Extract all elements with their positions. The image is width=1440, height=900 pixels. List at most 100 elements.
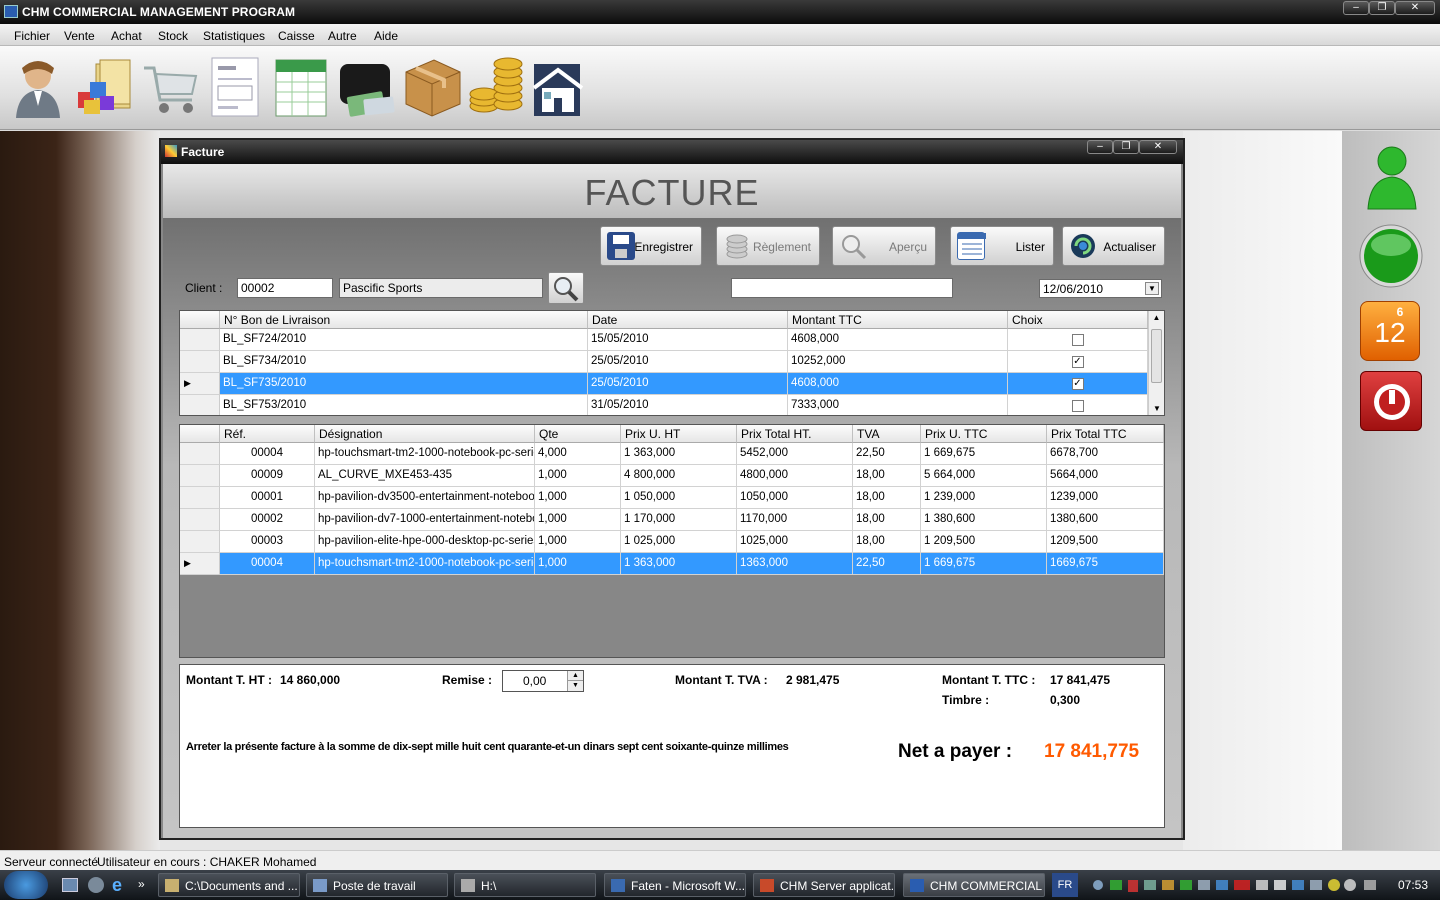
ligne-cell-tva[interactable]: 22,50	[853, 553, 921, 575]
col-header-tva[interactable]: TVA	[853, 425, 921, 443]
livraison-cell-num[interactable]: BL_SF734/2010	[220, 351, 588, 373]
ligne-cell-ref[interactable]: 00004	[220, 443, 315, 465]
ligne-cell-prix-total-ttc[interactable]: 1380,600	[1047, 509, 1164, 531]
close-icon[interactable]: ✕	[1395, 1, 1435, 15]
row-header[interactable]	[180, 487, 220, 509]
row-header[interactable]	[180, 395, 220, 415]
cardboard-box-icon[interactable]	[402, 54, 462, 118]
menu-autre[interactable]: Autre	[328, 29, 357, 43]
house-icon[interactable]	[528, 54, 588, 118]
enregistrer-button[interactable]: Enregistrer	[600, 226, 702, 266]
livraison-cell-date[interactable]: 31/05/2010	[588, 395, 788, 415]
livraison-cell-montant[interactable]: 10252,000	[788, 351, 1008, 373]
wallet-icon[interactable]	[338, 54, 398, 118]
ligne-cell-prix-total-ttc[interactable]: 1669,675	[1047, 553, 1164, 575]
ligne-cell-prix-u-ht[interactable]: 1 363,000	[621, 553, 737, 575]
client-code-field[interactable]: 00002	[237, 278, 333, 298]
power-icon[interactable]	[1360, 371, 1422, 431]
ligne-cell-prix-u-ttc[interactable]: 1 380,600	[921, 509, 1047, 531]
row-header[interactable]	[180, 443, 220, 465]
ligne-cell-prix-total-ht[interactable]: 1050,000	[737, 487, 853, 509]
media-player-icon[interactable]	[88, 877, 104, 893]
col-header-date[interactable]: Date	[588, 311, 788, 329]
chevron-down-icon[interactable]: ▼	[1145, 282, 1159, 295]
task-documents[interactable]: C:\Documents and ...	[158, 873, 300, 897]
user-green-icon[interactable]	[1364, 141, 1420, 211]
chevron-right-icon[interactable]: »	[138, 877, 145, 891]
ligne-cell-prix-u-ht[interactable]: 1 363,000	[621, 443, 737, 465]
lister-button[interactable]: Lister	[950, 226, 1054, 266]
choix-checkbox[interactable]: ✓	[1071, 356, 1084, 368]
ligne-cell-tva[interactable]: 22,50	[853, 443, 921, 465]
client-search-button[interactable]	[548, 272, 584, 304]
menu-caisse[interactable]: Caisse	[278, 29, 315, 43]
row-header[interactable]	[180, 531, 220, 553]
scroll-up-icon[interactable]: ▲	[1149, 313, 1164, 322]
ligne-cell-ref[interactable]: 00001	[220, 487, 315, 509]
task-chm-commercial[interactable]: CHM COMMERCIAL ...	[903, 873, 1045, 897]
scrollbar-thumb[interactable]	[1151, 329, 1162, 383]
livraison-cell-num[interactable]: BL_SF724/2010	[220, 329, 588, 351]
ligne-cell-prix-total-ht[interactable]: 5452,000	[737, 443, 853, 465]
col-header-prix-total-ht[interactable]: Prix Total HT.	[737, 425, 853, 443]
ligne-cell-prix-total-ht[interactable]: 1025,000	[737, 531, 853, 553]
row-header[interactable]: ▶	[180, 373, 220, 395]
scroll-down-icon[interactable]: ▼	[1149, 404, 1164, 413]
show-desktop-icon[interactable]	[62, 878, 78, 892]
ligne-cell-prix-total-ttc[interactable]: 1239,000	[1047, 487, 1164, 509]
task-poste-de-travail[interactable]: Poste de travail	[306, 873, 448, 897]
menu-statistiques[interactable]: Statistiques	[203, 29, 265, 43]
ligne-cell-designation[interactable]: hp-touchsmart-tm2-1000-notebook-pc-serie…	[315, 553, 535, 575]
task-faten-word[interactable]: Faten - Microsoft W...	[604, 873, 746, 897]
ligne-cell-tva[interactable]: 18,00	[853, 487, 921, 509]
row-header[interactable]: ▶	[180, 553, 220, 575]
livraison-cell-date[interactable]: 25/05/2010	[588, 373, 788, 395]
ligne-cell-tva[interactable]: 18,00	[853, 465, 921, 487]
ligne-cell-tva[interactable]: 18,00	[853, 531, 921, 553]
remise-stepper[interactable]: 0,00 ▲ ▼	[502, 670, 584, 692]
col-header-prix-total-ttc[interactable]: Prix Total TTC	[1047, 425, 1164, 443]
col-header-montant-ttc[interactable]: Montant TTC	[788, 311, 1008, 329]
col-header-prix-u-ht[interactable]: Prix U. HT	[621, 425, 737, 443]
livraisons-scrollbar[interactable]: ▲ ▼	[1148, 311, 1164, 415]
row-header[interactable]	[180, 351, 220, 373]
ligne-cell-qte[interactable]: 1,000	[535, 487, 621, 509]
cubes-folder-icon[interactable]	[74, 54, 134, 118]
ligne-cell-prix-u-ht[interactable]: 1 170,000	[621, 509, 737, 531]
restore-icon[interactable]: ❐	[1369, 1, 1395, 15]
shopping-cart-icon[interactable]	[140, 54, 200, 118]
menu-fichier[interactable]: Fichier	[14, 29, 50, 43]
row-header[interactable]	[180, 329, 220, 351]
ligne-cell-prix-total-ht[interactable]: 4800,000	[737, 465, 853, 487]
client-name-field[interactable]: Pascific Sports	[339, 278, 543, 298]
ligne-cell-tva[interactable]: 18,00	[853, 509, 921, 531]
ligne-cell-prix-u-ttc[interactable]: 1 209,500	[921, 531, 1047, 553]
ligne-cell-ref[interactable]: 00004	[220, 553, 315, 575]
ligne-cell-qte[interactable]: 1,000	[535, 553, 621, 575]
coins-icon[interactable]	[466, 54, 526, 118]
ligne-cell-designation[interactable]: hp-touchsmart-tm2-1000-notebook-pc-serie…	[315, 443, 535, 465]
user-icon[interactable]	[8, 54, 68, 118]
livraison-cell-num[interactable]: BL_SF753/2010	[220, 395, 588, 415]
search-input[interactable]	[731, 278, 953, 298]
start-button-icon[interactable]	[4, 871, 48, 899]
menu-achat[interactable]: Achat	[111, 29, 142, 43]
ligne-cell-prix-u-ttc[interactable]: 1 669,675	[921, 443, 1047, 465]
minimize-icon[interactable]: –	[1343, 1, 1369, 15]
col-header-qte[interactable]: Qte	[535, 425, 621, 443]
stepper-up-icon[interactable]: ▲	[567, 671, 583, 681]
status-green-icon[interactable]	[1358, 223, 1424, 289]
livraison-cell-num[interactable]: BL_SF735/2010	[220, 373, 588, 395]
restore-icon[interactable]: ❐	[1113, 140, 1139, 154]
ligne-cell-prix-u-ht[interactable]: 1 050,000	[621, 487, 737, 509]
row-header[interactable]	[180, 509, 220, 531]
ligne-cell-designation[interactable]: hp-pavilion-dv3500-entertainment-noteboo…	[315, 487, 535, 509]
livraison-cell-montant[interactable]: 4608,000	[788, 329, 1008, 351]
livraison-cell-montant[interactable]: 4608,000	[788, 373, 1008, 395]
calendar-icon[interactable]: 6 12	[1360, 301, 1420, 361]
ligne-cell-prix-total-ht[interactable]: 1363,000	[737, 553, 853, 575]
task-chm-server[interactable]: CHM Server applicat...	[753, 873, 895, 897]
ligne-cell-prix-total-ht[interactable]: 1170,000	[737, 509, 853, 531]
menu-aide[interactable]: Aide	[374, 29, 398, 43]
livraison-cell-date[interactable]: 15/05/2010	[588, 329, 788, 351]
